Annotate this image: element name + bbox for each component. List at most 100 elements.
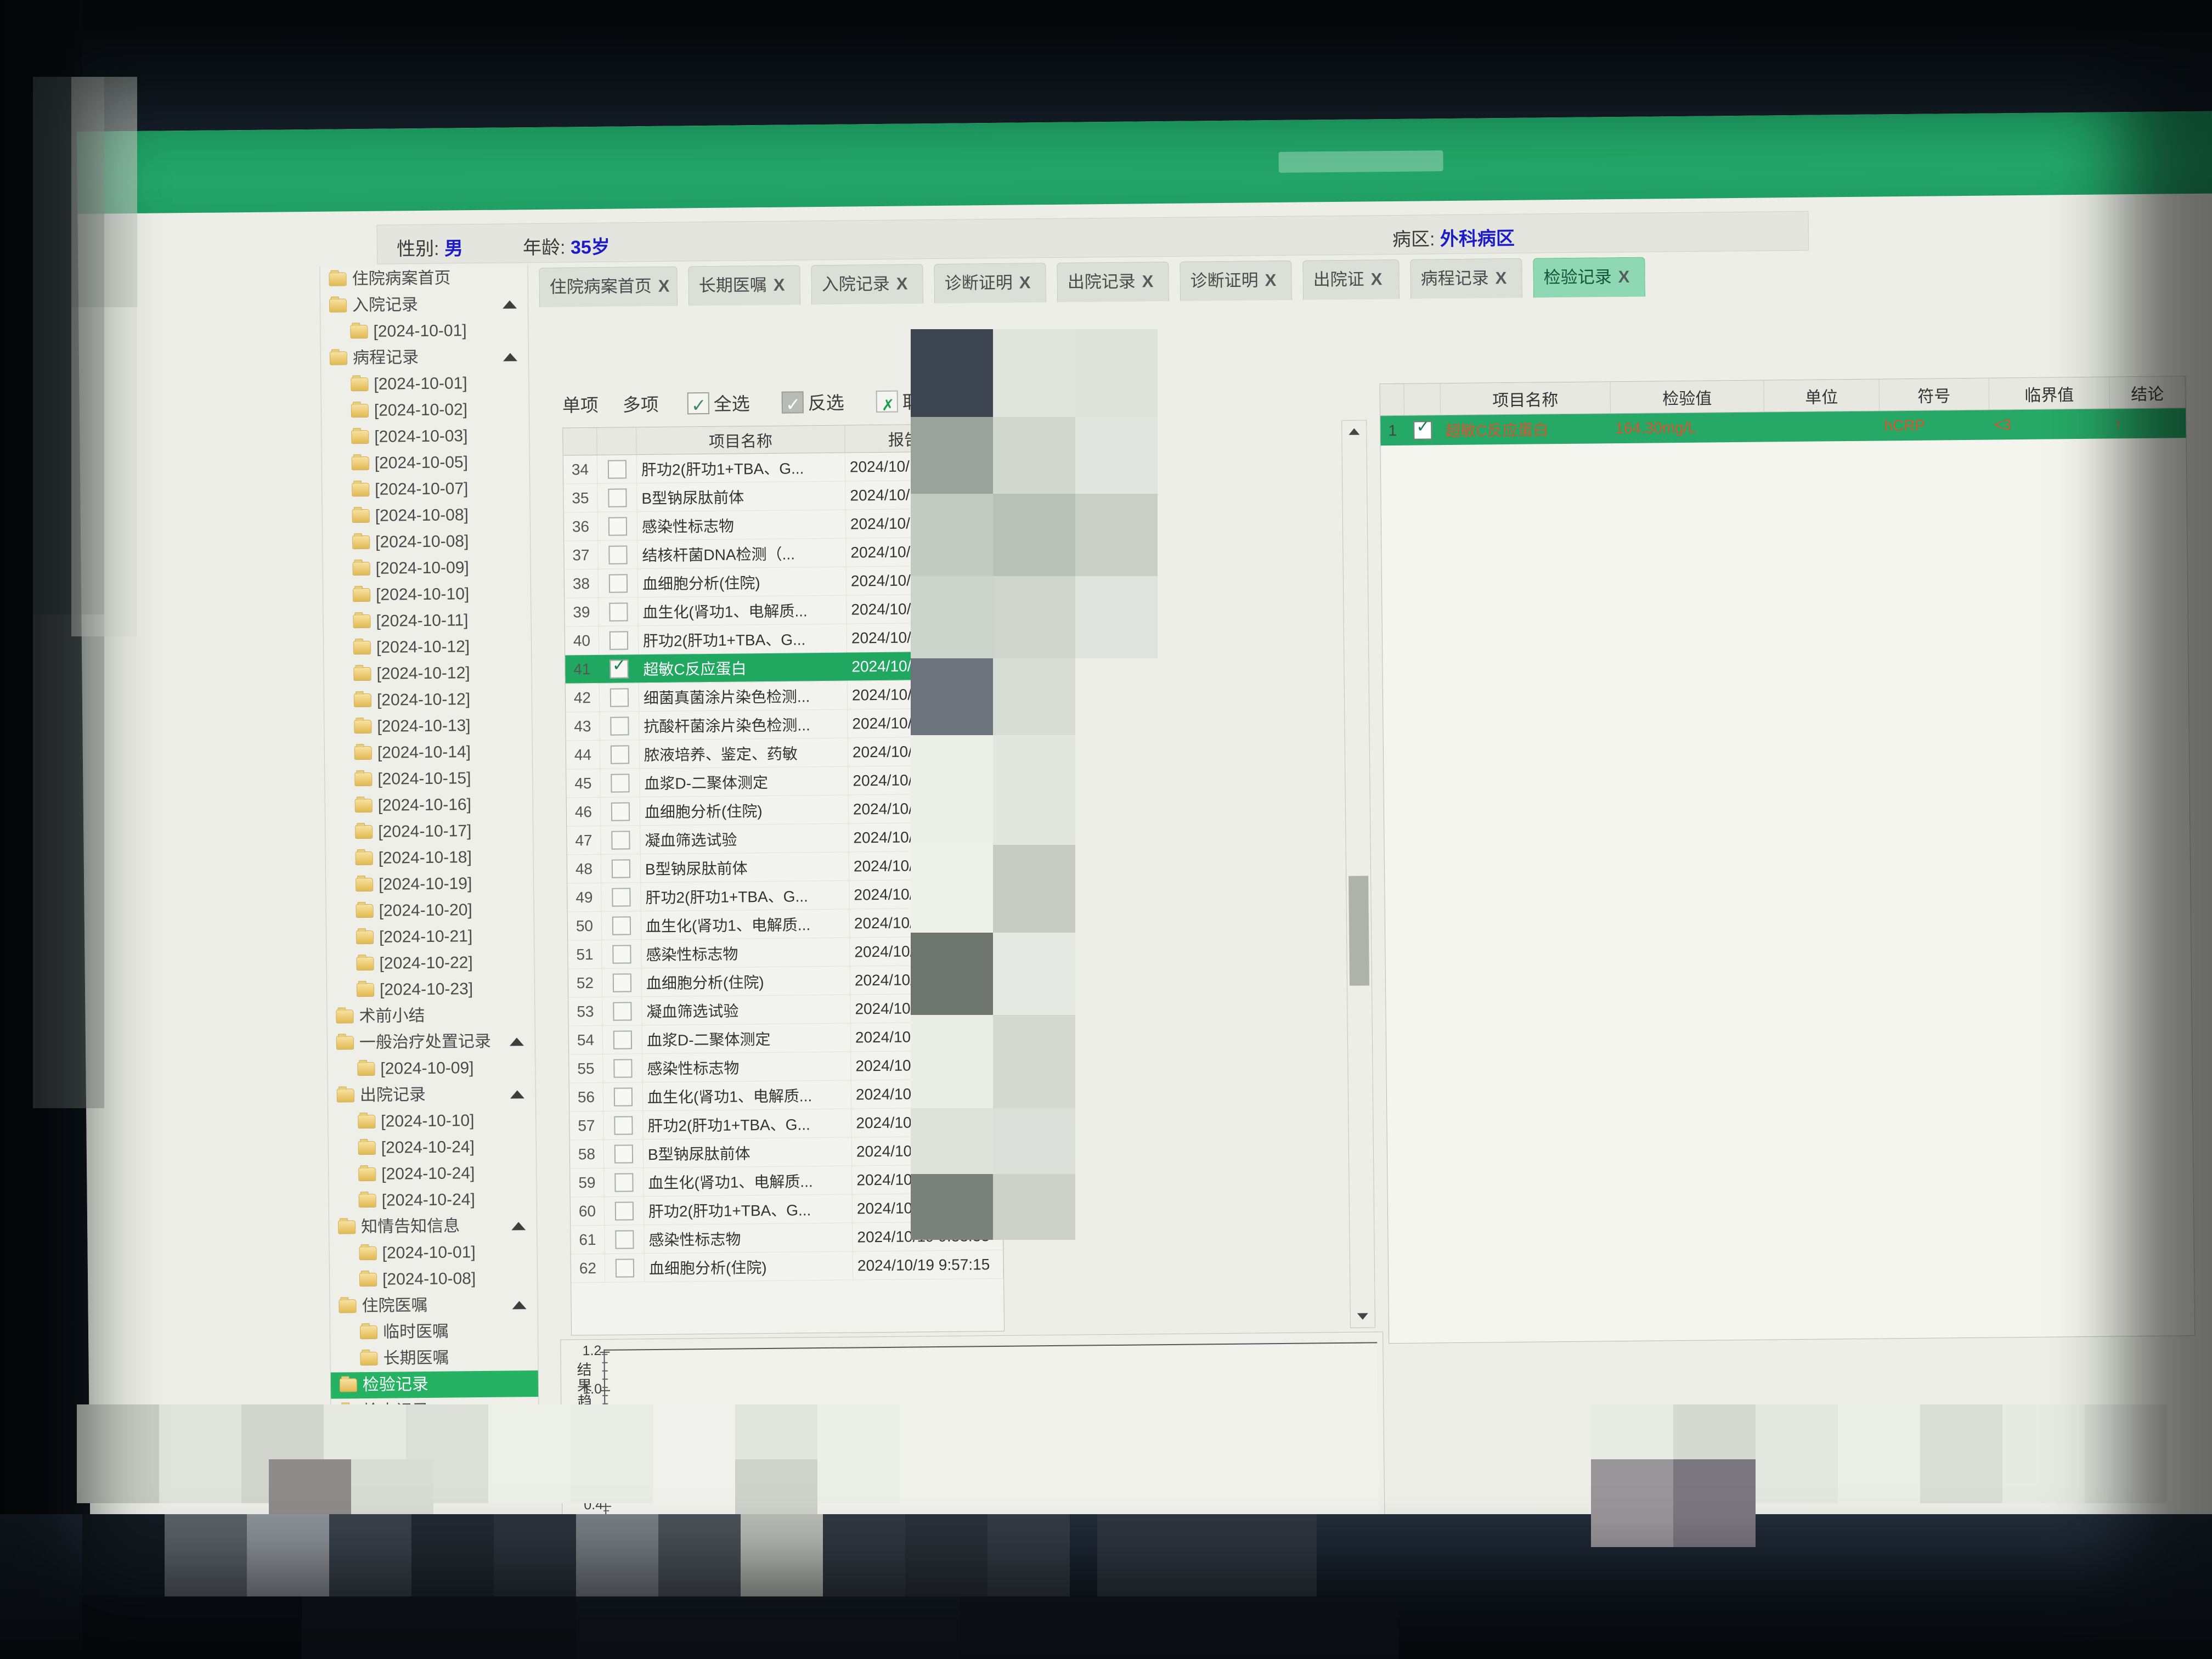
tree-item[interactable]: 临时医嘱 — [330, 1318, 539, 1346]
checkbox-icon[interactable] — [614, 1201, 634, 1221]
tree-item[interactable]: 一般治疗处置记录 — [328, 1028, 536, 1057]
record-checkbox-cell[interactable] — [599, 683, 640, 712]
lab-detail-table[interactable]: 项目名称 检验值 单位 符号 临界值 结论 1 超敏C反应蛋白 164.30mg/L… — [1379, 376, 2196, 1344]
caret-up-icon[interactable] — [503, 353, 518, 362]
record-checkbox-cell[interactable] — [603, 1111, 644, 1139]
tree-item[interactable]: 出院记录 — [328, 1081, 537, 1109]
checkbox-icon[interactable] — [608, 516, 627, 536]
tree-item[interactable]: [2024-10-09] — [323, 554, 531, 583]
cancel-icon[interactable] — [876, 390, 898, 413]
tree-item[interactable]: [2024-10-09] — [328, 1054, 536, 1083]
document-tab[interactable]: 长期医嘱 X — [688, 265, 801, 306]
record-checkbox-cell[interactable] — [600, 769, 640, 797]
checkbox-icon[interactable] — [607, 488, 627, 507]
tree-item[interactable]: [2024-10-24] — [329, 1186, 538, 1215]
record-checkbox-cell[interactable] — [599, 654, 639, 683]
checkbox-icon[interactable] — [613, 1115, 633, 1135]
checkbox-icon[interactable] — [610, 773, 630, 793]
tree-item[interactable]: [2024-10-19] — [326, 870, 534, 899]
toolbar-select-all[interactable]: 全选 — [687, 388, 751, 420]
tab-close-icon[interactable]: X — [1265, 270, 1277, 290]
record-checkbox-cell[interactable] — [597, 455, 637, 483]
document-tab[interactable]: 入院记录 X — [811, 264, 924, 305]
record-checkbox-cell[interactable] — [601, 826, 641, 854]
record-checkbox-cell[interactable] — [597, 512, 638, 540]
record-checkbox-cell[interactable] — [601, 854, 641, 883]
checkbox-icon[interactable] — [1413, 421, 1432, 440]
record-checkbox-cell[interactable] — [605, 1225, 645, 1254]
checkbox-icon[interactable] — [610, 687, 629, 707]
document-tab[interactable]: 诊断证明 X — [1180, 260, 1293, 301]
checkbox-icon[interactable] — [611, 802, 630, 821]
record-checkbox-cell[interactable] — [602, 997, 642, 1025]
tree-item[interactable]: [2024-10-08] — [323, 501, 531, 530]
caret-up-icon[interactable] — [511, 1222, 526, 1231]
tree-item[interactable]: 住院医嘱 — [330, 1291, 538, 1320]
record-checkbox-cell[interactable] — [603, 1082, 644, 1111]
record-checkbox-cell[interactable] — [600, 797, 641, 826]
checkbox-icon[interactable] — [612, 944, 631, 964]
caret-up-icon[interactable] — [512, 1301, 527, 1310]
checkbox-icon[interactable] — [612, 916, 631, 935]
checkbox-icon[interactable] — [611, 859, 630, 878]
tree-item[interactable]: [2024-10-02] — [321, 396, 530, 425]
checkbox-icon[interactable] — [611, 887, 631, 907]
checkbox-icon[interactable] — [608, 545, 628, 565]
record-checkbox-cell[interactable] — [600, 740, 640, 769]
tab-close-icon[interactable]: X — [896, 274, 908, 293]
tab-close-icon[interactable]: X — [1019, 273, 1031, 292]
checkbox-icon[interactable] — [614, 1144, 633, 1164]
document-tab[interactable]: 病程记录 X — [1410, 258, 1523, 299]
tree-item[interactable]: [2024-10-23] — [327, 975, 535, 1004]
tree-item[interactable]: [2024-10-12] — [324, 659, 532, 688]
scrollbar-thumb[interactable] — [1348, 876, 1370, 986]
tree-item[interactable]: [2024-10-11] — [323, 607, 532, 635]
checkbox-icon[interactable] — [613, 1058, 633, 1078]
tree-item[interactable]: [2024-10-10] — [328, 1107, 537, 1136]
tree-item[interactable]: [2024-10-17] — [325, 817, 534, 846]
record-checkbox-cell[interactable] — [598, 540, 638, 569]
checkbox-icon[interactable] — [614, 1229, 634, 1249]
tree-item[interactable]: [2024-10-16] — [325, 791, 534, 820]
tree-item[interactable]: [2024-10-18] — [326, 844, 534, 872]
scroll-down-button[interactable] — [1351, 1305, 1375, 1327]
tree-item[interactable]: [2024-10-01] — [321, 370, 529, 398]
toolbar-invert[interactable]: 反选 — [781, 388, 845, 419]
record-checkbox-cell[interactable] — [599, 597, 639, 626]
record-checkbox-cell[interactable] — [599, 626, 639, 654]
tree-item[interactable]: 术前小结 — [327, 1002, 535, 1030]
tab-close-icon[interactable]: X — [774, 275, 785, 295]
document-tab[interactable]: 出院记录 X — [1057, 261, 1170, 302]
record-checkbox-cell[interactable] — [603, 1054, 643, 1082]
tree-item[interactable]: 知情告知信息 — [329, 1212, 538, 1241]
document-tab[interactable]: 检验记录 X — [1533, 257, 1646, 298]
checkbox-icon[interactable] — [608, 602, 628, 622]
tree-item[interactable]: [2024-10-01] — [329, 1239, 538, 1267]
tree-item[interactable]: [2024-10-21] — [326, 923, 535, 951]
checkbox-icon[interactable] — [610, 744, 629, 764]
caret-up-icon[interactable] — [510, 1090, 524, 1099]
record-checkbox-cell[interactable] — [604, 1197, 645, 1225]
tree-item[interactable]: [2024-10-24] — [329, 1133, 537, 1162]
tree-item[interactable]: [2024-10-10] — [323, 580, 532, 609]
tree-item[interactable]: [2024-10-24] — [329, 1160, 537, 1188]
record-checkbox-cell[interactable] — [601, 911, 642, 940]
toolbar-single[interactable]: 单项 — [562, 390, 599, 421]
checkbox-icon[interactable] — [610, 716, 629, 736]
record-checkbox-cell[interactable] — [597, 483, 637, 512]
tab-close-icon[interactable]: X — [1371, 269, 1383, 289]
tree-item[interactable]: [2024-10-05] — [322, 449, 531, 477]
document-tab[interactable]: 住院病案首页 X — [539, 266, 678, 307]
tree-item[interactable]: [2024-10-13] — [324, 712, 533, 741]
checkbox-icon[interactable] — [609, 630, 628, 650]
tree-item[interactable]: [2024-10-22] — [326, 949, 535, 978]
tree-item[interactable]: [2024-10-15] — [325, 765, 533, 793]
record-checkbox-cell[interactable] — [600, 712, 640, 740]
checkbox-icon[interactable] — [687, 392, 709, 415]
tab-close-icon[interactable]: X — [1142, 272, 1154, 291]
record-checkbox-cell[interactable] — [603, 1139, 644, 1168]
lab-record-row[interactable]: 62 血细胞分析(住院) 2024/10/19 9:57:15 — [571, 1250, 1004, 1283]
record-checkbox-cell[interactable] — [598, 569, 639, 597]
record-checkbox-cell[interactable] — [602, 1025, 643, 1054]
document-tab[interactable]: 诊断证明 X — [934, 263, 1047, 304]
